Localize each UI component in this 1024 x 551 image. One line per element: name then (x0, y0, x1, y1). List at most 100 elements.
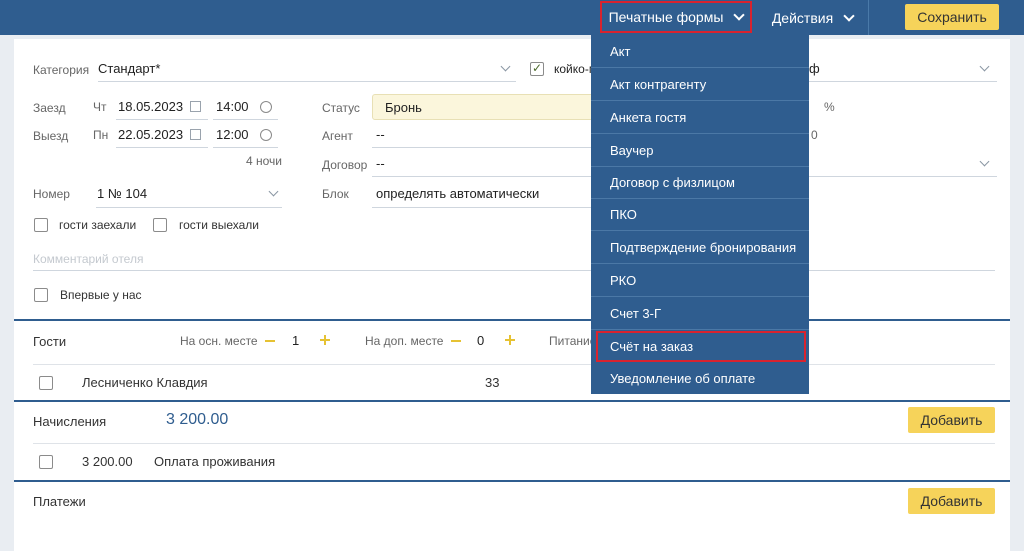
agent-tail-value: 0 (811, 128, 818, 142)
first-time-label: Впервые у нас (60, 288, 142, 302)
chevron-down-icon (268, 186, 279, 197)
menu-item-order-invoice[interactable]: Счёт на заказ (596, 331, 806, 362)
first-time-checkbox[interactable] (34, 288, 48, 302)
guest-age: 33 (485, 375, 500, 390)
charges-total: 3 200.00 (166, 411, 229, 428)
room-label: Номер (33, 187, 70, 201)
bed-place-checkbox[interactable] (530, 61, 544, 76)
percent-sign: % (824, 100, 835, 114)
menu-item-invoice-3g[interactable]: Счет 3-Г (591, 297, 809, 330)
menu-item-act[interactable]: Акт (591, 35, 809, 68)
rate-value: ф (809, 61, 820, 76)
guests-checked-in-checkbox[interactable] (34, 218, 48, 232)
category-value: Стандарт* (98, 61, 161, 76)
block-label: Блок (322, 187, 349, 201)
print-forms-label: Печатные формы (608, 9, 724, 25)
table-row[interactable]: 3 200.00 Оплата проживания (33, 448, 995, 478)
category-select[interactable]: Стандарт* (98, 56, 516, 82)
departure-weekday: Пн (93, 128, 109, 142)
charge-description: Оплата проживания (154, 454, 276, 469)
section-divider (14, 480, 1010, 482)
arrival-date: 18.05.2023 (118, 99, 184, 114)
departure-time-input[interactable]: 12:00 (213, 122, 278, 148)
agent-value: -- (376, 127, 385, 142)
chevron-down-icon (733, 9, 746, 21)
contract-input[interactable]: -- (372, 151, 594, 177)
menu-item-individual-contract[interactable]: Договор с физлицом (591, 167, 809, 199)
status-select[interactable]: Бронь (372, 94, 594, 120)
guest-row-checkbox[interactable] (39, 376, 53, 390)
actions-label: Действия (771, 9, 834, 26)
clock-icon[interactable] (260, 129, 272, 141)
category-label: Категория (33, 63, 90, 77)
charges-title: Начисления (33, 414, 107, 429)
hotel-comment-input[interactable]: Комментарий отеля (33, 245, 995, 271)
booking-form: Категория Стандарт* койко-м ф Заезд Чт 1… (14, 39, 1010, 551)
add-charge-button[interactable]: Добавить (908, 407, 995, 433)
agent-input[interactable]: -- (372, 122, 594, 148)
charge-row-checkbox[interactable] (39, 455, 53, 469)
block-value: определять автоматически (376, 186, 540, 201)
agent-label: Агент (322, 129, 353, 143)
room-select[interactable]: 1 № 104 (96, 180, 282, 208)
payments-title: Платежи (33, 494, 86, 509)
menu-item-guest-form[interactable]: Анкета гостя (591, 101, 809, 134)
main-place-increment-icon[interactable] (320, 335, 330, 345)
menu-item-rko[interactable]: РКО (591, 264, 809, 297)
guests-checked-out-checkbox[interactable] (153, 218, 167, 232)
nights-count: 4 ночи (246, 154, 282, 168)
section-divider (14, 319, 1010, 321)
divider (33, 364, 995, 365)
contract-label: Договор (322, 158, 368, 172)
hotel-comment-placeholder: Комментарий отеля (33, 252, 144, 266)
meals-label: Питание (549, 334, 597, 348)
guests-title: Гости (33, 334, 67, 349)
save-button[interactable]: Сохранить (905, 4, 999, 30)
main-place-label: На осн. месте (180, 334, 258, 348)
actions-button[interactable]: Действия (757, 0, 869, 35)
table-row[interactable]: Лесниченко Клавдия 33 (33, 369, 995, 399)
departure-date: 22.05.2023 (118, 127, 184, 142)
arrival-time-input[interactable]: 14:00 (213, 94, 278, 120)
menu-item-pko[interactable]: ПКО (591, 199, 809, 231)
print-forms-button[interactable]: Печатные формы (600, 1, 752, 33)
main-place-decrement-icon[interactable] (265, 340, 275, 342)
print-forms-menu: Акт Акт контрагенту Анкета гостя Ваучер … (591, 35, 809, 394)
arrival-date-input[interactable]: 18.05.2023 (116, 94, 208, 120)
extra-place-decrement-icon[interactable] (451, 340, 461, 342)
extra-place-label: На доп. месте (365, 334, 444, 348)
section-divider (14, 400, 1010, 402)
add-payment-button[interactable]: Добавить (908, 488, 995, 514)
clock-icon[interactable] (260, 101, 272, 113)
departure-time: 12:00 (216, 127, 249, 142)
guest-name: Лесниченко Клавдия (82, 375, 208, 390)
extra-place-increment-icon[interactable] (505, 335, 515, 345)
chevron-down-icon (979, 61, 990, 72)
departure-label: Выезд (33, 129, 69, 143)
guests-checked-out-label: гости выехали (179, 218, 259, 232)
arrival-label: Заезд (33, 101, 66, 115)
contract-select[interactable] (809, 151, 997, 177)
chevron-down-icon (979, 156, 990, 167)
chevron-down-icon (843, 9, 855, 22)
room-value: 1 № 104 (97, 186, 148, 201)
calendar-icon[interactable] (190, 129, 201, 140)
menu-item-voucher[interactable]: Ваучер (591, 134, 809, 167)
divider (33, 443, 995, 444)
departure-date-input[interactable]: 22.05.2023 (116, 122, 208, 148)
block-select[interactable]: определять автоматически (372, 180, 594, 208)
contract-value: -- (376, 156, 385, 171)
extra-place-value: 0 (477, 333, 485, 348)
guests-checked-in-label: гости заехали (59, 218, 137, 232)
menu-item-payment-notice[interactable]: Уведомление об оплате (591, 363, 809, 394)
arrival-time: 14:00 (216, 99, 249, 114)
status-value: Бронь (385, 100, 422, 115)
main-place-value: 1 (292, 333, 300, 348)
menu-item-booking-confirmation[interactable]: Подтверждение бронирования (591, 231, 809, 264)
rate-select[interactable]: ф (809, 56, 997, 82)
menu-item-act-counterparty[interactable]: Акт контрагенту (591, 68, 809, 101)
top-toolbar: Печатные формы Действия Сохранить (0, 0, 1024, 35)
chevron-down-icon (500, 61, 511, 72)
arrival-weekday: Чт (93, 100, 107, 114)
calendar-icon[interactable] (190, 101, 201, 112)
